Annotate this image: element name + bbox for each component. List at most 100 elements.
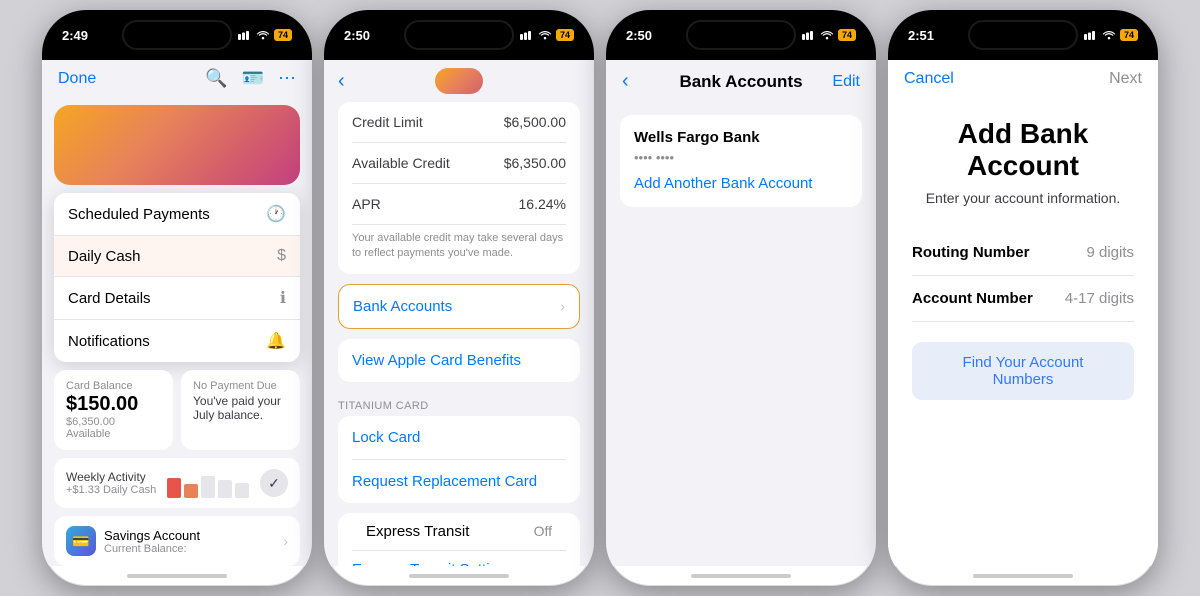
card-pill — [435, 68, 483, 94]
phone1-content: Done 🔍 🪪 ⋯ Scheduled Payments 🕐 Daily Ca… — [42, 60, 312, 566]
battery-2: 74 — [556, 29, 574, 41]
add-bank-button[interactable]: Add Another Bank Account — [634, 175, 812, 192]
weekly-info: Weekly Activity +$1.33 Daily Cash — [66, 470, 156, 496]
p2-header: ‹ — [324, 60, 594, 102]
routing-number-placeholder[interactable]: 9 digits — [1086, 244, 1134, 261]
benefits-card[interactable]: View Apple Card Benefits — [338, 339, 580, 382]
account-number-placeholder[interactable]: 4-17 digits — [1065, 290, 1134, 307]
no-payment-title: No Payment Due — [193, 380, 288, 392]
status-icons-1: 74 — [238, 29, 292, 41]
back-button-3[interactable]: ‹ — [622, 70, 629, 93]
home-indicator-1 — [42, 566, 312, 586]
dropdown-item-scheduled[interactable]: Scheduled Payments 🕐 — [54, 193, 300, 236]
edit-button[interactable]: Edit — [832, 73, 860, 91]
next-button[interactable]: Next — [1109, 70, 1142, 88]
p2-scroll: Credit Limit $6,500.00 Available Credit … — [324, 102, 594, 566]
balance-available: $6,350.00 Available — [66, 416, 161, 440]
lock-card-row[interactable]: Lock Card — [352, 416, 566, 460]
apple-card-hero — [54, 105, 300, 185]
more-icon[interactable]: ⋯ — [278, 68, 296, 89]
home-bar-3 — [691, 574, 791, 578]
home-indicator-3 — [606, 566, 876, 586]
savings-row[interactable]: 💳 Savings Account Current Balance: › — [54, 516, 300, 566]
phone-4: 2:51 74 Cancel Next Add Bank Account Ent… — [888, 10, 1158, 586]
dropdown-item-card-details[interactable]: Card Details ℹ — [54, 277, 300, 320]
express-label: Express Transit — [366, 523, 469, 540]
replacement-card-row[interactable]: Request Replacement Card — [352, 460, 566, 503]
time-2: 2:50 — [344, 28, 370, 43]
bell-icon: 🔔 — [266, 331, 286, 351]
find-account-numbers-button[interactable]: Find Your Account Numbers — [912, 342, 1134, 400]
bar-1 — [167, 478, 181, 498]
replacement-card-link[interactable]: Request Replacement Card — [352, 473, 537, 490]
home-bar-2 — [409, 574, 509, 578]
home-bar-1 — [127, 574, 227, 578]
account-number-label: Account Number — [912, 290, 1033, 307]
bank-number: •••• •••• — [634, 150, 848, 165]
detail-note: Your available credit may take several d… — [352, 225, 566, 274]
phone4-content: Cancel Next Add Bank Account Enter your … — [888, 60, 1158, 566]
bank-accounts-row[interactable]: Bank Accounts › — [353, 285, 565, 328]
credit-limit-label: Credit Limit — [352, 114, 423, 130]
balance-label: Card Balance — [66, 380, 161, 392]
available-credit-row: Available Credit $6,350.00 — [352, 143, 566, 184]
card-stats: Card Balance $150.00 $6,350.00 Available… — [54, 370, 300, 450]
done-button[interactable]: Done — [58, 70, 96, 88]
search-icon[interactable]: 🔍 — [205, 68, 227, 89]
page-title-3: Bank Accounts — [679, 72, 802, 92]
express-row: Express Transit Off — [352, 513, 566, 550]
no-payment-desc: You've paid your July balance. — [193, 394, 288, 422]
status-icons-4: 74 — [1084, 29, 1138, 41]
bar-5 — [235, 483, 249, 498]
home-indicator-2 — [324, 566, 594, 586]
time-3: 2:50 — [626, 28, 652, 43]
details-card: Credit Limit $6,500.00 Available Credit … — [338, 102, 580, 274]
no-payment-box: No Payment Due You've paid your July bal… — [181, 370, 300, 450]
bank-name: Wells Fargo Bank — [634, 129, 848, 146]
time-4: 2:51 — [908, 28, 934, 43]
benefits-row[interactable]: View Apple Card Benefits — [352, 339, 566, 382]
benefits-link[interactable]: View Apple Card Benefits — [352, 352, 521, 369]
status-bar-3: 2:50 74 — [606, 10, 876, 60]
status-icons-2: 74 — [520, 29, 574, 41]
header-icons: 🔍 🪪 ⋯ — [205, 68, 296, 89]
dropdown-label-scheduled: Scheduled Payments — [68, 206, 210, 223]
dropdown-label-daily-cash: Daily Cash — [68, 248, 141, 265]
bank-accounts-card[interactable]: Bank Accounts › — [338, 284, 580, 329]
dynamic-island-2 — [404, 20, 514, 50]
status-bar-1: 2:49 74 — [42, 10, 312, 60]
card-icon[interactable]: 🪪 — [242, 68, 264, 89]
available-credit-label: Available Credit — [352, 155, 450, 171]
battery-3: 74 — [838, 29, 856, 41]
apr-label: APR — [352, 196, 381, 212]
bank-accounts-link[interactable]: Bank Accounts — [353, 298, 452, 315]
credit-limit-value: $6,500.00 — [504, 114, 566, 130]
credit-limit-row: Credit Limit $6,500.00 — [352, 102, 566, 143]
bar-3 — [201, 476, 215, 498]
phone-1: 2:49 74 Done 🔍 🪪 ⋯ Scheduled Payment — [42, 10, 312, 586]
cancel-button[interactable]: Cancel — [904, 70, 954, 88]
add-bank-title: Add Bank Account — [912, 118, 1134, 182]
phone3-content: ‹ Bank Accounts Edit Wells Fargo Bank ••… — [606, 60, 876, 566]
bar-4 — [218, 480, 232, 498]
add-bank-subtitle: Enter your account information. — [912, 190, 1134, 206]
savings-left: 💳 Savings Account Current Balance: — [66, 526, 200, 556]
dropdown-item-notifications[interactable]: Notifications 🔔 — [54, 320, 300, 362]
dynamic-island-1 — [122, 20, 232, 50]
savings-title: Savings Account — [104, 528, 200, 543]
lock-card-link[interactable]: Lock Card — [352, 429, 420, 446]
activity-chart — [167, 468, 249, 498]
dropdown-item-daily-cash[interactable]: Daily Cash $ — [54, 236, 300, 277]
bank-card: Wells Fargo Bank •••• •••• Add Another B… — [620, 115, 862, 207]
back-button-2[interactable]: ‹ — [338, 70, 345, 93]
bar-2 — [184, 484, 198, 498]
status-bar-4: 2:51 74 — [888, 10, 1158, 60]
p3-header: ‹ Bank Accounts Edit — [606, 60, 876, 103]
battery-4: 74 — [1120, 29, 1138, 41]
apr-row: APR 16.24% — [352, 184, 566, 225]
status-icons-3: 74 — [802, 29, 856, 41]
routing-number-label: Routing Number — [912, 244, 1030, 261]
weekly-sub: +$1.33 Daily Cash — [66, 484, 156, 496]
weekly-title: Weekly Activity — [66, 470, 156, 484]
status-bar-2: 2:50 74 — [324, 10, 594, 60]
